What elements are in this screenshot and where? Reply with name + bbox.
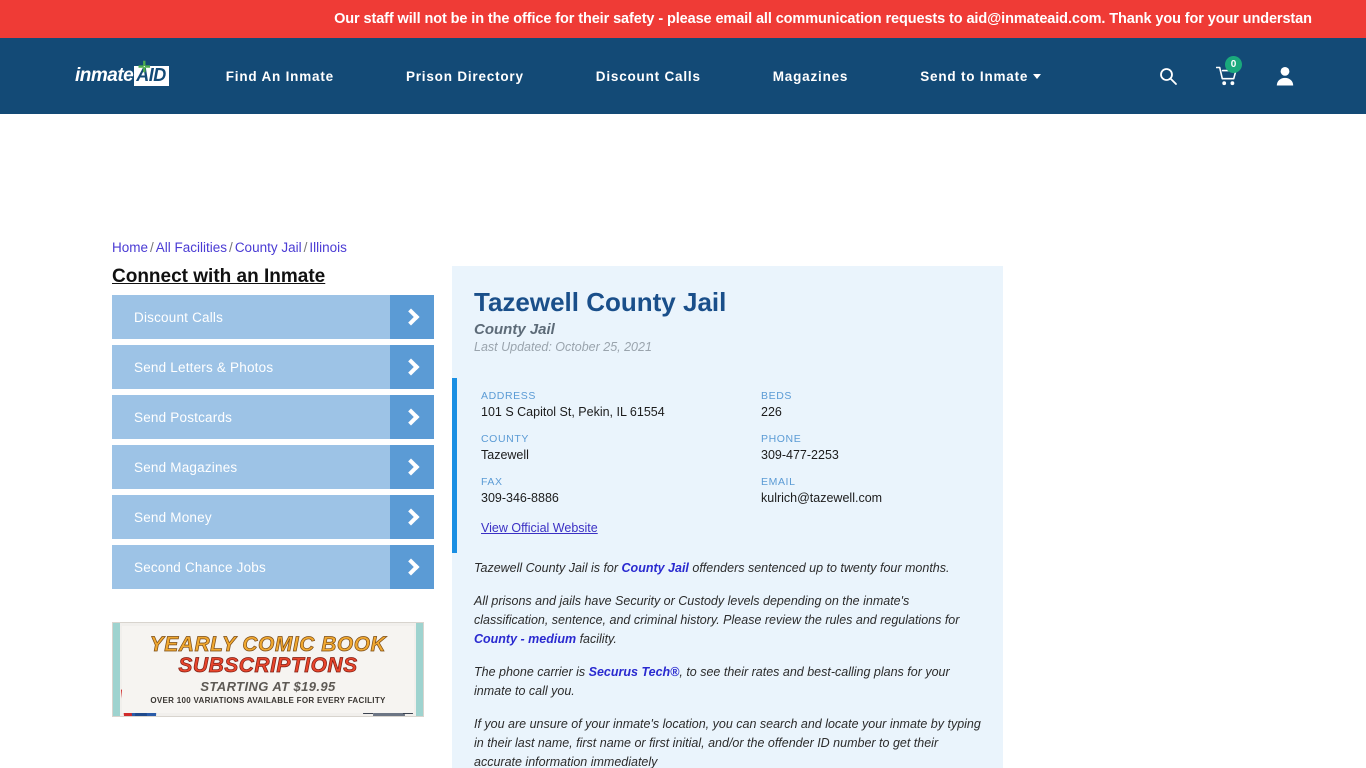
info-value: kulrich@tazewell.com <box>761 490 883 505</box>
description-paragraph-3: The phone carrier is Securus Tech®, to s… <box>474 663 981 701</box>
info-value: 309-346-8886 <box>481 490 559 505</box>
facility-header: Tazewell County Jail County Jail Last Up… <box>452 288 1003 354</box>
breadcrumb-item-illinois[interactable]: Illinois <box>309 240 347 255</box>
cart-icon[interactable]: 0 <box>1215 56 1242 86</box>
sidebar-item-send-money[interactable]: Send Money <box>112 495 434 539</box>
facility-description: Tazewell County Jail is for County Jail … <box>452 553 1003 768</box>
breadcrumb-separator: / <box>150 240 154 255</box>
sidebar-menu: Discount Calls Send Letters & Photos Sen… <box>112 295 434 595</box>
ad-line-4: OVER 100 VARIATIONS AVAILABLE FOR EVERY … <box>150 696 386 706</box>
description-paragraph-2: All prisons and jails have Security or C… <box>474 592 981 649</box>
info-field-email: EMAIL kulrich@tazewell.com <box>761 476 1003 505</box>
chevron-right-icon <box>390 345 434 389</box>
sidebar-item-send-letters-photos[interactable]: Send Letters & Photos <box>112 345 434 389</box>
page-content: Home / All Facilities / County Jail / Illinois… <box>0 114 1366 768</box>
info-field-county: COUNTY Tazewell <box>481 433 761 462</box>
info-value: 309-477-2253 <box>761 447 839 462</box>
nav-label: Discount Calls <box>595 68 701 84</box>
nav-item-send-to-inmate[interactable]: Send to Inmate <box>920 68 1042 84</box>
breadcrumb-separator: / <box>229 240 233 255</box>
nav-label: Send to Inmate <box>920 68 1029 84</box>
breadcrumb-item-all-facilities[interactable]: All Facilities <box>156 240 227 255</box>
link-securus-tech[interactable]: Securus Tech® <box>589 665 680 679</box>
ad-line-1: YEARLY COMIC BOOK <box>149 632 387 656</box>
nav-links: Find An Inmate Prison Directory Discount… <box>226 68 1042 84</box>
p2-text-b: facility. <box>576 631 617 646</box>
user-account-icon[interactable] <box>1276 66 1294 86</box>
site-alert-text: Our staff will not be in the office for … <box>334 11 1312 27</box>
link-county-jail[interactable]: County Jail <box>622 561 689 575</box>
facility-info-grid: ADDRESS 101 S Capitol St, Pekin, IL 6155… <box>481 390 1003 505</box>
nav-label: Prison Directory <box>405 68 524 84</box>
site-alert-banner: Our staff will not be in the office for … <box>0 0 1366 38</box>
p2-text-a: All prisons and jails have Security or C… <box>474 593 960 627</box>
logo-word: inmate <box>75 65 134 86</box>
sidebar-item-label: Discount Calls <box>134 309 224 325</box>
info-field-beds: BEDS 226 <box>761 390 1003 419</box>
sidebar-item-second-chance-jobs[interactable]: Second Chance Jobs <box>112 545 434 589</box>
p1-text-b: offenders sentenced up to twenty four mo… <box>688 560 950 575</box>
main-navigation-bar: inmate AID ✛ Find An Inmate Prison Direc… <box>0 38 1366 114</box>
ad-text-block: YEARLY COMIC BOOK SUBSCRIPTIONS STARTING… <box>122 626 414 713</box>
nav-label: Magazines <box>772 68 849 84</box>
breadcrumb-separator: / <box>303 240 308 255</box>
info-label: COUNTY <box>481 432 529 445</box>
facility-detail-panel: Tazewell County Jail County Jail Last Up… <box>452 266 1003 768</box>
sidebar-item-label: Send Magazines <box>134 459 238 475</box>
ad-line-3: STARTING AT $19.95 <box>200 679 336 695</box>
comic-book-subscription-ad[interactable]: YEARLY COMIC BOOK SUBSCRIPTIONS STARTING… <box>112 622 424 717</box>
sidebar-heading: Connect with an Inmate <box>112 266 326 287</box>
nav-item-discount-calls[interactable]: Discount Calls <box>596 69 701 84</box>
facility-type: County Jail <box>474 320 555 338</box>
nav-item-find-an-inmate[interactable]: Find An Inmate <box>226 69 334 84</box>
site-logo[interactable]: inmate AID ✛ <box>75 59 169 89</box>
info-field-fax: FAX 309-346-8886 <box>481 476 761 505</box>
info-label: EMAIL <box>761 475 796 488</box>
info-label: PHONE <box>761 432 802 445</box>
info-field-phone: PHONE 309-477-2253 <box>761 433 1003 462</box>
facility-info-block: ADDRESS 101 S Capitol St, Pekin, IL 6155… <box>452 377 1003 553</box>
info-field-address: ADDRESS 101 S Capitol St, Pekin, IL 6155… <box>481 390 761 419</box>
chevron-right-icon <box>390 395 434 439</box>
nav-icon-group: 0 <box>1158 56 1294 86</box>
sidebar-item-discount-calls[interactable]: Discount Calls <box>112 295 434 339</box>
info-value: Tazewell <box>481 447 529 462</box>
view-official-website-link[interactable]: View Official Website <box>481 521 598 535</box>
chevron-right-icon <box>390 445 434 489</box>
nav-label: Find An Inmate <box>225 68 334 84</box>
nav-item-prison-directory[interactable]: Prison Directory <box>406 69 524 84</box>
sidebar-item-label: Send Money <box>134 509 212 525</box>
description-paragraph-1: Tazewell County Jail is for County Jail … <box>474 559 981 578</box>
sidebar-item-send-magazines[interactable]: Send Magazines <box>112 445 434 489</box>
p1-text-a: Tazewell County Jail is for <box>474 560 622 575</box>
sidebar-item-send-postcards[interactable]: Send Postcards <box>112 395 434 439</box>
cart-count-badge: 0 <box>1225 56 1242 73</box>
info-label: FAX <box>481 475 503 488</box>
last-updated-text: Last Updated: October 25, 2021 <box>474 339 652 354</box>
info-value: 226 <box>761 404 782 419</box>
breadcrumb: Home / All Facilities / County Jail / Illinois <box>112 240 347 255</box>
nav-item-magazines[interactable]: Magazines <box>773 69 848 84</box>
info-label: ADDRESS <box>481 389 536 402</box>
sidebar-item-label: Send Postcards <box>134 409 233 425</box>
chevron-right-icon <box>390 545 434 589</box>
chevron-down-icon <box>1033 74 1042 80</box>
chevron-right-icon <box>390 295 434 339</box>
link-county-medium[interactable]: County - medium <box>474 632 576 646</box>
info-value: 101 S Capitol St, Pekin, IL 61554 <box>481 404 665 419</box>
page-title: Tazewell County Jail <box>474 287 727 317</box>
sidebar-item-label: Send Letters & Photos <box>134 359 274 375</box>
chevron-right-icon <box>390 495 434 539</box>
breadcrumb-item-county-jail[interactable]: County Jail <box>235 240 302 255</box>
ad-line-2: SUBSCRIPTIONS <box>178 653 358 677</box>
description-paragraph-4: If you are unsure of your inmate's locat… <box>474 716 981 768</box>
info-label: BEDS <box>761 389 792 402</box>
sidebar-item-label: Second Chance Jobs <box>134 559 266 575</box>
breadcrumb-item-home[interactable]: Home <box>112 240 148 255</box>
p3-text-a: The phone carrier is <box>474 664 589 679</box>
logo-plus-icon: ✛ <box>138 59 151 76</box>
search-icon[interactable] <box>1158 66 1178 86</box>
